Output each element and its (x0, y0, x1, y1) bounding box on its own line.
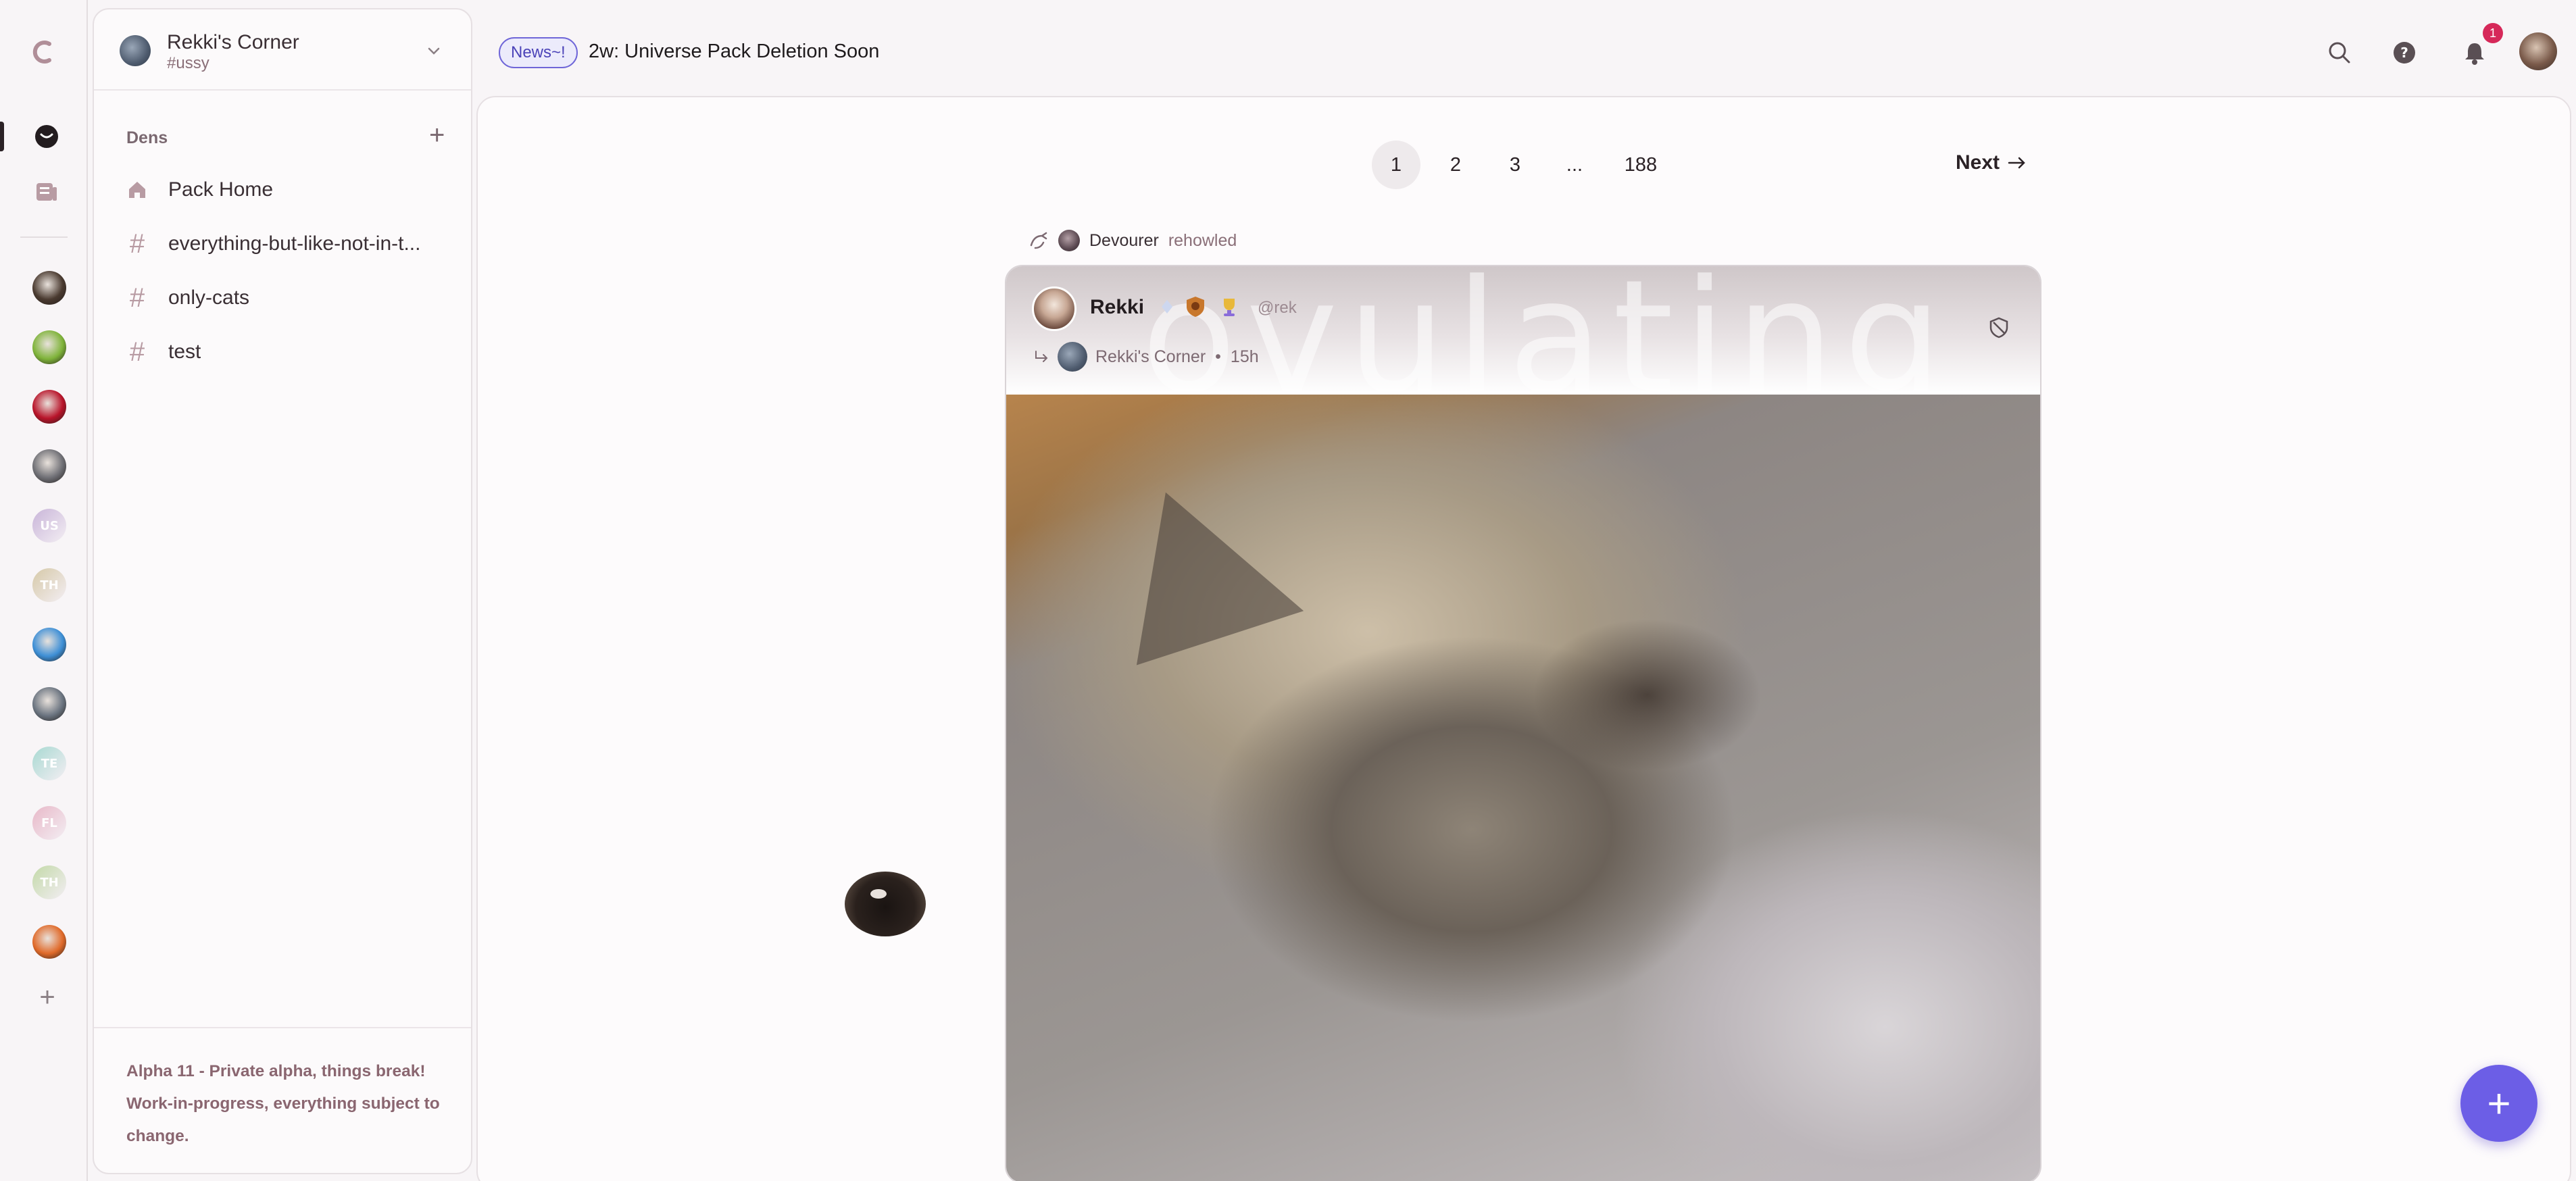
shield-badge-icon (1187, 297, 1204, 317)
hash-icon: # (129, 282, 145, 313)
alpha-notice: Alpha 11 - Private alpha, things break! … (94, 1027, 471, 1174)
server-th-1[interactable]: TH (32, 568, 66, 602)
den-label: test (168, 341, 201, 363)
den-item-everything[interactable]: # everything-but-like-not-in-t... (114, 220, 455, 268)
rehowl-icon (1030, 232, 1047, 249)
help-icon[interactable]: ? (2389, 38, 2419, 68)
feed-icon[interactable] (32, 177, 61, 207)
post-meta: Rekki's Corner • 15h (1033, 342, 1259, 372)
active-indicator (0, 122, 4, 151)
chevron-down-icon[interactable] (425, 42, 443, 59)
rehowl-verb: rehowled (1168, 230, 1237, 250)
page-3[interactable]: 3 (1491, 141, 1539, 189)
page-1[interactable]: 1 (1372, 141, 1420, 189)
new-post-fab[interactable]: + (2460, 1065, 2537, 1142)
image-detail-eye (845, 872, 926, 936)
pack-avatar (120, 35, 151, 66)
svg-text:?: ? (2400, 45, 2408, 61)
bell-icon[interactable] (2460, 38, 2490, 68)
app-logo-icon[interactable] (29, 37, 59, 67)
den-item-test[interactable]: # test (114, 328, 455, 376)
page-ellipsis: ... (1566, 153, 1583, 176)
author-handle: @rek (1258, 299, 1297, 317)
server-us[interactable]: US (32, 509, 66, 543)
post-header: ovulating Rekki @rek Rekki's Corner • 15… (1006, 266, 2040, 428)
news-badge[interactable]: News~! (499, 37, 578, 68)
rehowler-name[interactable]: Devourer (1089, 231, 1159, 251)
trophy-badge-icon (1224, 299, 1235, 316)
den-label: Pack Home (168, 178, 274, 201)
news-headline[interactable]: 2w: Universe Pack Deletion Soon (589, 41, 879, 63)
server-te[interactable]: TE (32, 747, 66, 780)
server-th-2[interactable]: TH (32, 865, 66, 899)
pack-subtitle: #ussy (167, 54, 209, 72)
rehowler-avatar[interactable] (1058, 230, 1080, 251)
pack-switcher[interactable]: Rekki's Corner #ussy (94, 9, 471, 91)
moderation-shield-icon[interactable] (1987, 316, 2010, 339)
server-avatar-3[interactable] (32, 390, 66, 424)
reply-arrow-icon (1035, 351, 1048, 362)
post-timestamp: 15h (1230, 347, 1259, 366)
post-card[interactable]: ovulating Rekki @rek Rekki's Corner • 15… (1005, 265, 2041, 1181)
den-label: everything-but-like-not-in-t... (168, 232, 421, 255)
server-logo-blue[interactable] (32, 628, 66, 661)
post-pack-name[interactable]: Rekki's Corner (1095, 347, 1206, 367)
rehowl-info: Devourer rehowled (1029, 230, 1237, 251)
pack-sidebar: Rekki's Corner #ussy Dens + Pack Home # … (93, 8, 472, 1174)
hash-icon: # (129, 336, 145, 367)
den-item-pack-home[interactable]: Pack Home (114, 166, 455, 213)
next-page-button[interactable]: Next (1956, 151, 2027, 174)
diamond-badge-icon (1162, 300, 1172, 313)
server-avatar-5[interactable] (32, 687, 66, 721)
alpha-notice-text: Alpha 11 - Private alpha, things break! … (126, 1062, 440, 1145)
eye-glint (870, 889, 887, 899)
server-rail: US TH TE FL TH + (0, 0, 88, 1181)
author-name[interactable]: Rekki (1090, 296, 1144, 319)
server-avatar-2[interactable] (32, 330, 66, 364)
pack-title: Rekki's Corner (167, 31, 299, 53)
notification-count-badge: 1 (2483, 23, 2503, 43)
rail-divider (20, 236, 68, 238)
user-avatar[interactable] (2519, 32, 2557, 70)
next-label: Next (1956, 151, 2000, 174)
dens-heading: Dens (126, 128, 168, 147)
server-avatar-1[interactable] (32, 271, 66, 305)
server-avatar-4[interactable] (32, 449, 66, 483)
page-last[interactable]: 188 (1616, 141, 1665, 189)
hash-icon: # (129, 228, 145, 259)
server-avatar-6[interactable] (32, 925, 66, 959)
add-den-plus-icon[interactable]: + (429, 122, 445, 149)
meta-separator: • (1215, 347, 1221, 366)
server-fl[interactable]: FL (32, 806, 66, 840)
pack-avatar-small[interactable] (1058, 342, 1087, 372)
search-icon[interactable] (2325, 38, 2354, 68)
page-2[interactable]: 2 (1431, 141, 1480, 189)
add-server-plus-icon[interactable]: + (34, 982, 61, 1012)
arrow-right-icon (2008, 157, 2025, 169)
chat-bubble-icon[interactable] (32, 122, 61, 151)
den-item-only-cats[interactable]: # only-cats (114, 274, 455, 322)
author-avatar[interactable] (1032, 286, 1076, 331)
home-icon (126, 179, 148, 201)
den-label: only-cats (168, 286, 250, 309)
